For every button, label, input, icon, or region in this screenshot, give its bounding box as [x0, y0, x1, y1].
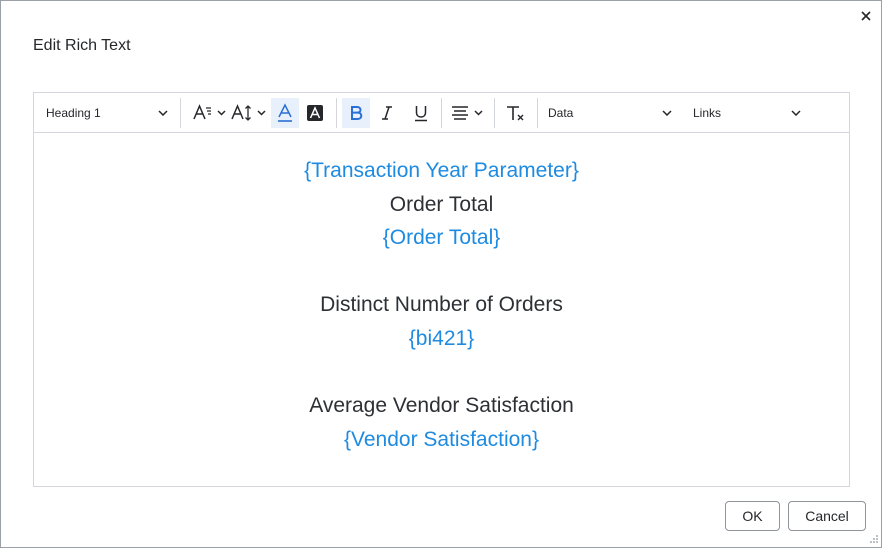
font-size-button[interactable] [191, 98, 229, 128]
highlight-color-button[interactable] [299, 98, 331, 128]
content-line: Distinct Number of Orders [320, 293, 563, 317]
italic-icon [382, 105, 392, 120]
block-format-value: Heading 1 [46, 105, 101, 120]
links-menu-select[interactable]: Links [693, 98, 801, 128]
close-button[interactable] [857, 7, 875, 25]
editor-content-area[interactable]: {Transaction Year Parameter} Order Total… [34, 133, 849, 486]
rich-text-editor: Heading 1 Data Links {Transaction Year P… [33, 92, 850, 487]
chevron-down-icon [791, 109, 801, 116]
underline-icon [415, 105, 427, 121]
toolbar-separator [441, 97, 442, 128]
content-line: {Transaction Year Parameter} [304, 159, 579, 182]
toolbar-separator [180, 97, 181, 128]
content-line: {bi421} [408, 326, 475, 350]
toolbar-separator [336, 97, 337, 128]
content-line: {Order Total} [382, 226, 501, 250]
chevron-down-icon [158, 109, 168, 116]
block-format-select[interactable]: Heading 1 [46, 98, 168, 128]
content-line: Order Total [389, 192, 494, 216]
clear-formatting-icon [507, 105, 524, 120]
edit-rich-text-dialog: Edit Rich Text Heading 1 Data Links {Tra… [0, 0, 882, 548]
data-menu-label: Data [548, 105, 574, 120]
text-color-button[interactable] [271, 97, 299, 128]
editor-toolbar: Heading 1 Data Links [34, 93, 849, 133]
data-menu-select[interactable]: Data [548, 98, 672, 128]
content-line [34, 356, 849, 390]
italic-button[interactable] [370, 98, 404, 128]
background-color-icon [307, 104, 323, 121]
content-line [34, 255, 849, 289]
links-menu-label: Links [693, 105, 722, 120]
line-height-button[interactable] [229, 98, 271, 128]
toolbar-separator [494, 97, 495, 128]
clear-formatting-button[interactable] [498, 98, 532, 128]
content-line: Average Vendor Satisfaction [309, 394, 574, 418]
resize-grip-icon[interactable] [869, 534, 879, 544]
dialog-title: Edit Rich Text [33, 37, 131, 54]
chevron-down-icon [662, 109, 672, 116]
content-line: {Vendor Satisfaction} [344, 427, 539, 451]
toolbar-separator [537, 97, 538, 128]
alignment-button[interactable] [445, 98, 491, 128]
ok-button[interactable]: OK [725, 501, 780, 531]
underline-button[interactable] [404, 98, 438, 128]
cancel-button[interactable]: Cancel [788, 501, 866, 531]
close-icon [861, 11, 871, 21]
bold-button[interactable] [342, 97, 370, 128]
line-height-icon [231, 103, 266, 121]
text-color-icon [278, 102, 292, 122]
bold-icon [351, 105, 363, 120]
align-center-icon [452, 105, 483, 120]
font-size-icon [193, 103, 226, 119]
